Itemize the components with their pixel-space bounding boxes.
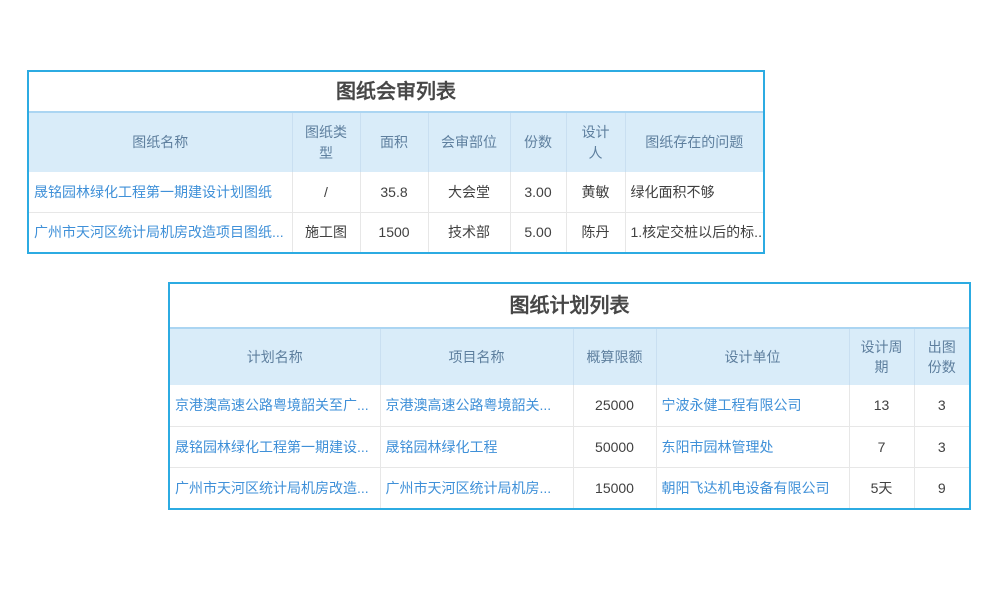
cell-design-unit[interactable]: 朝阳飞达机电设备有限公司	[656, 467, 849, 508]
project-name-link[interactable]: 晟铭园林绿化工程	[386, 439, 498, 455]
cell-project-name[interactable]: 广州市天河区统计局机房...	[380, 467, 573, 508]
review-table-title: 图纸会审列表	[29, 72, 763, 113]
cell-design-cycle: 7	[849, 426, 914, 467]
cell-copies: 5.00	[510, 212, 566, 252]
cell-copies: 3.00	[510, 172, 566, 212]
cell-design-cycle: 5天	[849, 467, 914, 508]
drawing-review-table: 图纸会审列表 图纸名称 图纸类型 面积 会审部位 份数 设计人 图纸存在的问题	[27, 70, 765, 254]
col-header-print-copies: 出图份数	[914, 329, 969, 385]
col-header-design-unit: 设计单位	[656, 329, 849, 385]
cell-issues: 1.核定交桩以后的标...	[625, 212, 763, 252]
cell-drawing-name[interactable]: 广州市天河区统计局机房改造项目图纸...	[29, 212, 292, 252]
col-header-drawing-name: 图纸名称	[29, 113, 292, 172]
col-header-copies: 份数	[510, 113, 566, 172]
cell-print-copies: 3	[914, 426, 969, 467]
cell-project-name[interactable]: 晟铭园林绿化工程	[380, 426, 573, 467]
cell-drawing-name[interactable]: 晟铭园林绿化工程第一期建设计划图纸	[29, 172, 292, 212]
table-row: 晟铭园林绿化工程第一期建设计划图纸 / 35.8 大会堂 3.00 黄敏 绿化面…	[29, 172, 763, 212]
review-table: 图纸名称 图纸类型 面积 会审部位 份数 设计人 图纸存在的问题 晟铭园林绿化工…	[29, 113, 763, 252]
cell-budget-limit: 50000	[573, 426, 656, 467]
col-header-design-cycle: 设计周期	[849, 329, 914, 385]
cell-plan-name[interactable]: 广州市天河区统计局机房改造...	[170, 467, 380, 508]
cell-issues: 绿化面积不够	[625, 172, 763, 212]
table-row: 广州市天河区统计局机房改造项目图纸... 施工图 1500 技术部 5.00 陈…	[29, 212, 763, 252]
col-header-plan-name: 计划名称	[170, 329, 380, 385]
cell-design-unit[interactable]: 东阳市园林管理处	[656, 426, 849, 467]
cell-designer: 陈丹	[566, 212, 625, 252]
page: 图纸会审列表 图纸名称 图纸类型 面积 会审部位 份数 设计人 图纸存在的问题	[0, 0, 1000, 600]
col-header-project-name: 项目名称	[380, 329, 573, 385]
drawing-plan-table: 图纸计划列表 计划名称 项目名称 概算限额 设计单位 设计周期 出图份数 京港澳…	[168, 282, 971, 510]
cell-plan-name[interactable]: 晟铭园林绿化工程第一期建设...	[170, 426, 380, 467]
plan-name-link[interactable]: 广州市天河区统计局机房改造...	[175, 480, 369, 496]
cell-review-dept: 技术部	[428, 212, 510, 252]
col-header-review-dept: 会审部位	[428, 113, 510, 172]
plan-name-link[interactable]: 晟铭园林绿化工程第一期建设...	[175, 439, 369, 455]
col-header-issues: 图纸存在的问题	[625, 113, 763, 172]
cell-print-copies: 9	[914, 467, 969, 508]
cell-drawing-type: /	[292, 172, 360, 212]
project-name-link[interactable]: 京港澳高速公路粤境韶关...	[386, 397, 552, 413]
cell-project-name[interactable]: 京港澳高速公路粤境韶关...	[380, 385, 573, 426]
cell-design-cycle: 13	[849, 385, 914, 426]
table-row: 广州市天河区统计局机房改造... 广州市天河区统计局机房... 15000 朝阳…	[170, 467, 969, 508]
cell-design-unit[interactable]: 宁波永健工程有限公司	[656, 385, 849, 426]
cell-plan-name[interactable]: 京港澳高速公路粤境韶关至广...	[170, 385, 380, 426]
design-unit-link[interactable]: 东阳市园林管理处	[662, 439, 774, 455]
col-header-designer: 设计人	[566, 113, 625, 172]
cell-review-dept: 大会堂	[428, 172, 510, 212]
plan-header-row: 计划名称 项目名称 概算限额 设计单位 设计周期 出图份数	[170, 329, 969, 385]
cell-print-copies: 3	[914, 385, 969, 426]
table-row: 京港澳高速公路粤境韶关至广... 京港澳高速公路粤境韶关... 25000 宁波…	[170, 385, 969, 426]
cell-budget-limit: 25000	[573, 385, 656, 426]
plan-table-title: 图纸计划列表	[170, 284, 969, 329]
design-unit-link[interactable]: 宁波永健工程有限公司	[662, 397, 802, 413]
review-header-row: 图纸名称 图纸类型 面积 会审部位 份数 设计人 图纸存在的问题	[29, 113, 763, 172]
cell-budget-limit: 15000	[573, 467, 656, 508]
plan-name-link[interactable]: 京港澳高速公路粤境韶关至广...	[175, 397, 369, 413]
col-header-budget-limit: 概算限额	[573, 329, 656, 385]
drawing-name-link[interactable]: 广州市天河区统计局机房改造项目图纸...	[34, 224, 284, 240]
cell-area: 1500	[360, 212, 428, 252]
drawing-name-link[interactable]: 晟铭园林绿化工程第一期建设计划图纸	[34, 184, 272, 200]
col-header-area: 面积	[360, 113, 428, 172]
table-row: 晟铭园林绿化工程第一期建设... 晟铭园林绿化工程 50000 东阳市园林管理处…	[170, 426, 969, 467]
project-name-link[interactable]: 广州市天河区统计局机房...	[386, 480, 552, 496]
cell-area: 35.8	[360, 172, 428, 212]
cell-drawing-type: 施工图	[292, 212, 360, 252]
plan-table: 计划名称 项目名称 概算限额 设计单位 设计周期 出图份数 京港澳高速公路粤境韶…	[170, 329, 969, 508]
design-unit-link[interactable]: 朝阳飞达机电设备有限公司	[662, 480, 830, 496]
cell-designer: 黄敏	[566, 172, 625, 212]
col-header-drawing-type: 图纸类型	[292, 113, 360, 172]
